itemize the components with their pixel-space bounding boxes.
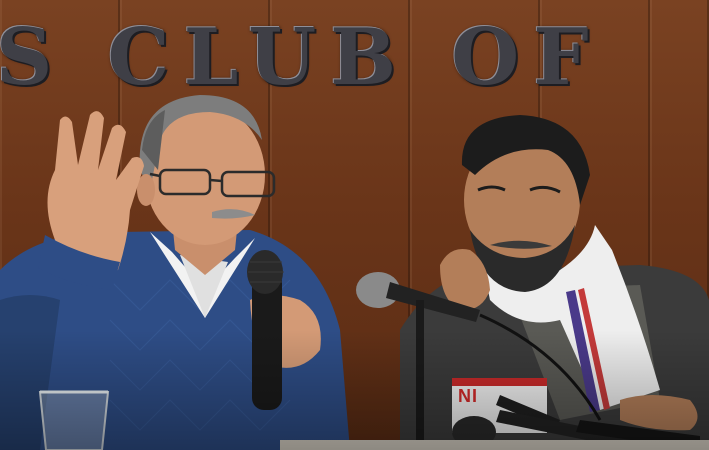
- photo-scene: S CLUB OF INDIA: [0, 0, 709, 450]
- bottom-shade: [0, 330, 709, 450]
